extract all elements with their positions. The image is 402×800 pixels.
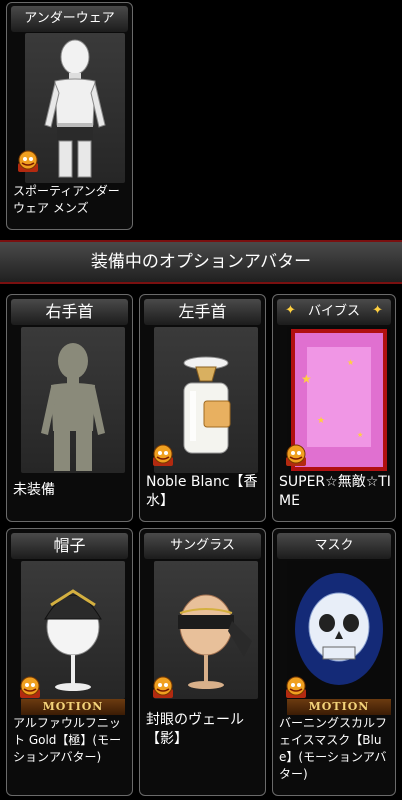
svg-text:★: ★ bbox=[301, 372, 312, 386]
avatar-slot-underwear[interactable]: アンダーウェア スポーティアンダーウェア メンズ bbox=[6, 2, 133, 230]
avatar-slot-hat[interactable]: 帽子 MOTION アルファウルフニット Gold【極】(モーションアバター) bbox=[6, 528, 133, 796]
event-mascot-badge-icon bbox=[285, 444, 307, 467]
sparkle-left-icon: ✦ bbox=[285, 303, 296, 318]
slot-header: アンダーウェア bbox=[11, 6, 128, 32]
motion-tag: MOTION bbox=[287, 699, 391, 715]
svg-text:★: ★ bbox=[347, 358, 354, 367]
item-name: スポーティアンダーウェア メンズ bbox=[13, 184, 120, 215]
silhouette-icon bbox=[41, 343, 105, 471]
event-mascot-badge-icon bbox=[152, 676, 174, 699]
item-name: 未装備 bbox=[13, 482, 55, 498]
avatar-slot-left-wrist[interactable]: 左手首 Noble Blanc【香水】 bbox=[139, 294, 266, 522]
slot-header: 帽子 bbox=[11, 533, 128, 559]
avatar-slot-sunglasses[interactable]: サングラス 封眼のヴェール【影】 bbox=[139, 528, 266, 796]
event-mascot-badge-icon bbox=[17, 150, 39, 173]
event-mascot-badge-icon bbox=[19, 676, 41, 699]
equipped-options-title: 装備中のオプションアバター bbox=[0, 240, 402, 284]
motion-tag: MOTION bbox=[21, 699, 125, 715]
event-mascot-badge-icon bbox=[285, 676, 307, 699]
item-name: Noble Blanc【香水】 bbox=[146, 474, 258, 509]
item-name: アルファウルフニット Gold【極】(モーションアバター) bbox=[13, 716, 122, 764]
avatar-slot-right-wrist[interactable]: 右手首 未装備 bbox=[6, 294, 133, 522]
svg-text:★: ★ bbox=[317, 416, 325, 426]
item-name: バーニングスカルフェイスマスク【Blue】(モーションアバター) bbox=[279, 716, 388, 781]
slot-header: サングラス bbox=[144, 533, 261, 559]
avatar-slot-mask[interactable]: マスク MOTION バーニングスカルフェイスマスク【Blue】(モーションアバ… bbox=[272, 528, 396, 796]
item-name: 封眼のヴェール【影】 bbox=[146, 712, 244, 747]
svg-text:★: ★ bbox=[357, 431, 363, 439]
sparkle-right-icon: ✦ bbox=[372, 303, 383, 318]
item-name: SUPER☆無敵☆TIME bbox=[279, 474, 391, 509]
avatar-slot-vibes[interactable]: バイブス ★ ★ ★ ★ ✦ ✦ SUPER☆無敵☆TIME bbox=[272, 294, 396, 522]
slot-header: 右手首 bbox=[11, 299, 128, 325]
event-mascot-badge-icon bbox=[152, 444, 174, 467]
empty-slot-image bbox=[21, 327, 125, 473]
slot-header: マスク bbox=[277, 533, 391, 559]
slot-header: 左手首 bbox=[144, 299, 261, 325]
